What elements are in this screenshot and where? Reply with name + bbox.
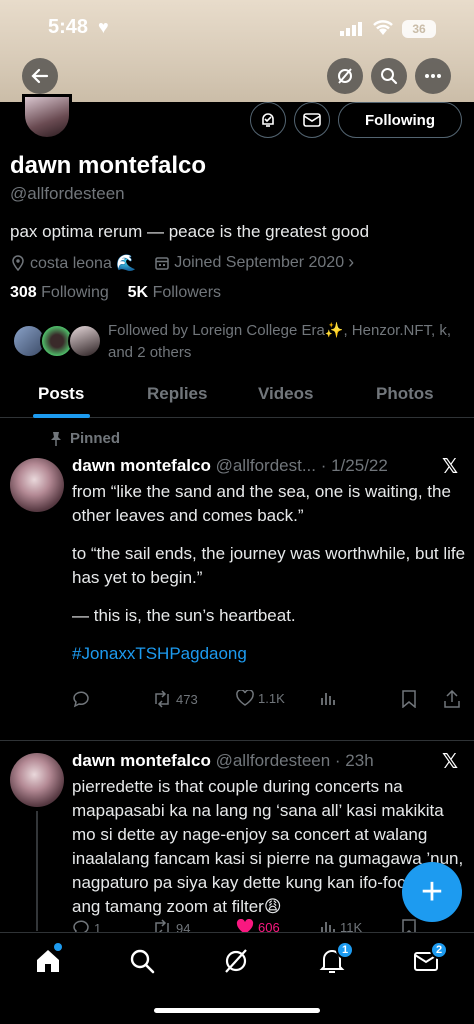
profile-location: costa leona 🌊 (30, 254, 137, 272)
messages-badge: 2 (430, 941, 448, 959)
plus-icon: + (420, 870, 444, 913)
x-logo-icon: 𝕏 (442, 456, 459, 478)
share-icon (444, 690, 460, 708)
cellular-signal-icon (340, 22, 362, 36)
like-button[interactable]: 1.1K (236, 690, 285, 706)
pinned-indicator: Pinned (50, 430, 120, 447)
post-header: dawn montefalco @allfordest... · 1/25/22 (72, 456, 442, 476)
followed-by-text: Followed by Loreign College Era✨, Henzor… (108, 322, 451, 361)
grok-button[interactable] (327, 58, 363, 94)
post-item[interactable]: dawn montefalco @allfordesteen · 23h 𝕏 p… (0, 741, 474, 937)
compose-post-button[interactable]: + (402, 862, 462, 922)
following-link[interactable]: 308 Following (10, 284, 109, 301)
nav-home[interactable] (34, 943, 64, 977)
post-avatar[interactable] (10, 458, 64, 512)
repost-count: 473 (176, 691, 198, 707)
profile-handle: @allfordesteen (10, 184, 125, 203)
post-avatar[interactable] (10, 753, 64, 807)
more-options-button[interactable] (415, 58, 451, 94)
thread-line (36, 811, 38, 931)
repost-button[interactable]: 473 (152, 690, 198, 708)
grok-icon (338, 68, 352, 84)
envelope-icon (303, 113, 321, 127)
profile-tabs: Posts Replies Videos Photos (0, 372, 474, 418)
profile-bio: pax optima rerum — peace is the greatest… (10, 222, 370, 241)
back-button[interactable] (22, 58, 58, 94)
calendar-icon (155, 256, 169, 270)
grok-icon (225, 949, 247, 973)
active-tab-indicator (33, 414, 90, 418)
tab-photos[interactable]: Photos (376, 384, 434, 404)
pin-icon (51, 431, 61, 446)
x-logo-icon: 𝕏 (442, 751, 459, 773)
bell-check-icon (262, 113, 274, 127)
reply-icon (73, 691, 89, 708)
more-horizontal-icon (425, 74, 441, 78)
post-text: from “like the sand and the sea, one is … (72, 480, 468, 666)
battery-indicator: 36 (402, 20, 436, 38)
tab-videos[interactable]: Videos (258, 384, 313, 404)
followers-link[interactable]: 5K Followers (128, 284, 221, 301)
profile-meta: costa leona 🌊 Joined September 2020 › (10, 252, 354, 273)
like-count: 1.1K (258, 690, 285, 706)
post-header: dawn montefalco @allfordesteen · 23h (72, 751, 442, 771)
profile-name: dawn montefalco (10, 152, 207, 179)
status-bar: 5:48 ♥ 36 (0, 14, 474, 44)
followed-by-row[interactable]: Followed by Loreign College Era✨, Henzor… (10, 320, 470, 364)
location-pin-icon (12, 254, 24, 271)
nav-messages[interactable]: 2 (412, 941, 448, 977)
post-handle-date: @allfordest... · 1/25/22 (215, 456, 388, 475)
nav-notifications[interactable]: 1 (318, 941, 354, 977)
bookmark-button[interactable] (402, 690, 416, 708)
post-hashtag[interactable]: #JonaxxTSHPagdaong (72, 642, 468, 666)
unread-dot (54, 943, 62, 951)
notifications-toggle-button[interactable] (250, 102, 286, 138)
profile-avatar[interactable] (22, 94, 72, 140)
search-button[interactable] (371, 58, 407, 94)
analytics-icon (321, 693, 335, 705)
follower-avatar (68, 324, 102, 358)
share-button[interactable] (444, 690, 460, 708)
nav-search[interactable] (128, 947, 158, 977)
nav-grok[interactable] (222, 947, 252, 977)
message-button[interactable] (294, 102, 330, 138)
post-author-name[interactable]: dawn montefalco (72, 751, 211, 770)
arrow-left-icon (31, 68, 49, 84)
tab-posts[interactable]: Posts (38, 384, 84, 404)
post-actions: 473 1.1K (72, 690, 464, 712)
profile-joined: Joined September 2020 (174, 253, 345, 271)
post-handle-date: @allfordesteen · 23h (215, 751, 374, 770)
wifi-icon (373, 20, 393, 35)
home-icon (37, 950, 59, 972)
repost-icon (155, 690, 169, 708)
search-icon (130, 949, 155, 974)
heart-icon: ♥ (98, 17, 109, 37)
following-button[interactable]: Following (338, 102, 462, 138)
tab-replies[interactable]: Replies (147, 384, 207, 404)
bookmark-icon (402, 690, 416, 708)
search-icon (381, 68, 398, 85)
follow-counts: 308 Following 5K Followers (10, 284, 221, 302)
heart-outline-icon (236, 690, 254, 706)
post-pinned[interactable]: Pinned dawn montefalco @allfordest... · … (0, 420, 474, 740)
post-author-name[interactable]: dawn montefalco (72, 456, 211, 475)
status-time: 5:48 (48, 16, 89, 38)
reply-button[interactable] (72, 690, 90, 708)
chevron-right-icon[interactable]: › (348, 252, 354, 273)
home-indicator (154, 1008, 320, 1013)
views-button[interactable] (320, 690, 336, 706)
notifications-badge: 1 (336, 941, 354, 959)
